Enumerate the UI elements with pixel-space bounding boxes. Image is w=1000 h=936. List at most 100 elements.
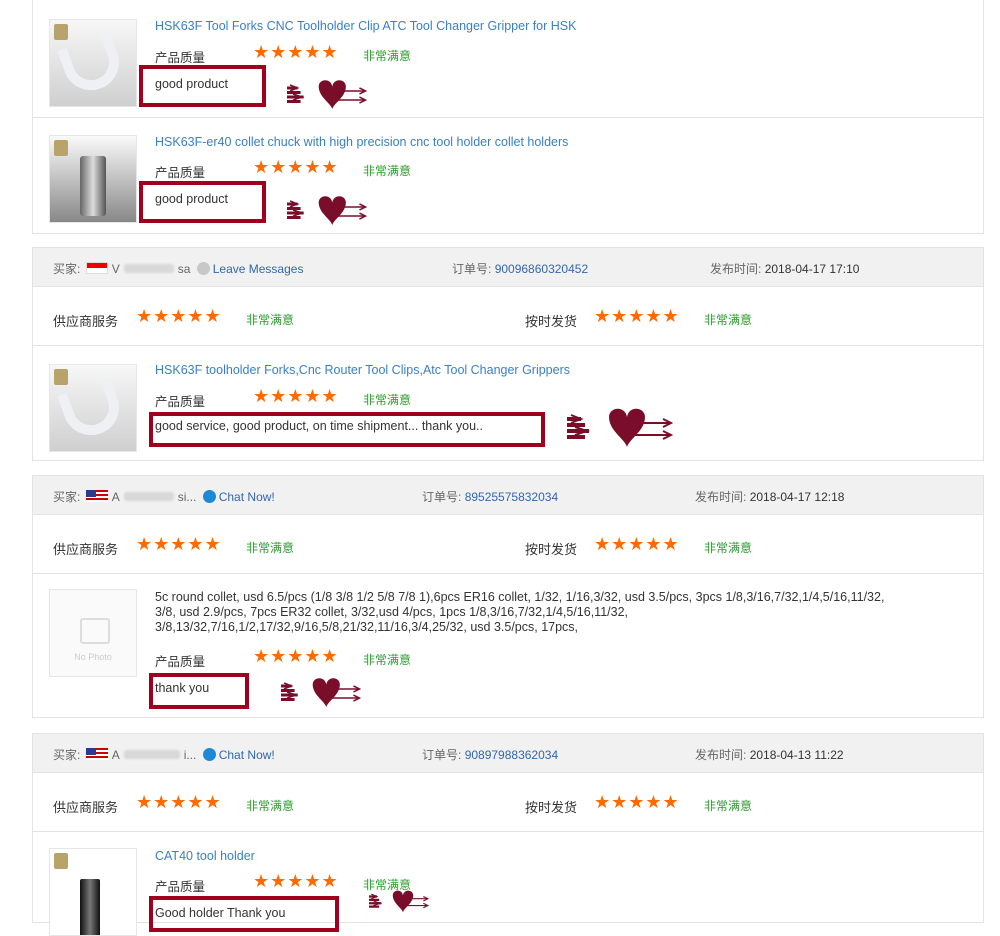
heart-arrow-icon [281, 676, 361, 709]
heart-arrow-icon [287, 78, 367, 111]
time-label: 发布时间: [695, 490, 747, 504]
quality-label: 产品质量 [155, 880, 206, 894]
quality-stars: ★★★★★ [253, 42, 339, 62]
buyer-name-start: A [111, 748, 120, 762]
heart-arrow-icon [287, 194, 367, 227]
buyer-info-bar: 买家: Ai... Chat Now! 订单号: 90897988362034 … [33, 734, 983, 773]
indonesia-flag-icon [85, 262, 108, 274]
review-text: Good holder Thank you [155, 906, 286, 920]
quality-label: 产品质量 [155, 655, 206, 669]
tool-fork-image [57, 31, 127, 99]
publish-time: 发布时间: 2018-04-17 12:18 [695, 488, 844, 505]
supplier-rating-row: 供应商服务 ★★★★★ 非常满意 按时发货 ★★★★★ 非常满意 [33, 518, 983, 574]
time-label: 发布时间: [710, 262, 762, 276]
buyer-name-end: si... [177, 490, 197, 504]
product-title-link[interactable]: CAT40 tool holder [155, 849, 255, 863]
product-title-link[interactable]: HSK63F toolholder Forks,Cnc Router Tool … [155, 363, 570, 377]
brand-logo [54, 369, 68, 385]
heart-arrow-icon [567, 406, 673, 449]
order-label: 订单号: [422, 490, 462, 504]
order-label: 订单号: [452, 262, 492, 276]
order-info: 订单号: 89525575832034 [422, 488, 558, 505]
buyer-name-start: A [111, 490, 120, 504]
on-time-label: 按时发货 [525, 800, 578, 815]
on-time-stars: ★★★★★ [594, 792, 680, 812]
supplier-service-label: 供应商服务 [53, 542, 119, 557]
supplier-service-rating: 非常满意 [246, 799, 295, 813]
buyer-name-start: V [111, 262, 120, 276]
quality-label: 产品质量 [155, 166, 206, 180]
on-time-rating: 非常满意 [704, 799, 753, 813]
tool-holder-image [80, 879, 100, 935]
buyer-info: 买家: Vsa Leave Messages [53, 260, 303, 277]
us-flag-icon [85, 490, 108, 502]
quality-rating-text: 非常满意 [363, 393, 412, 407]
quality-stars: ★★★★★ [253, 871, 339, 891]
product-thumbnail[interactable] [49, 19, 137, 107]
supplier-rating-row: 供应商服务 ★★★★★ 非常满意 按时发货 ★★★★★ 非常满意 [33, 290, 983, 346]
review-text: thank you [155, 681, 210, 695]
chat-now-link[interactable]: Chat Now! [219, 490, 275, 504]
supplier-service-rating: 非常满意 [246, 313, 295, 327]
product-description: 5c round collet, usd 6.5/pcs (1/8 3/8 1/… [155, 590, 885, 634]
buyer-label: 买家: [53, 748, 81, 762]
order-label: 订单号: [422, 748, 462, 762]
buyer-info-bar: 买家: Asi... Chat Now! 订单号: 89525575832034… [33, 476, 983, 515]
heart-arrow-icon [369, 889, 429, 914]
brand-logo [54, 24, 68, 40]
time-value: 2018-04-17 12:18 [749, 490, 845, 504]
supplier-service-stars: ★★★★★ [136, 306, 222, 326]
order-number-link[interactable]: 90096860320452 [495, 262, 588, 276]
quality-label: 产品质量 [155, 395, 206, 409]
supplier-service-rating: 非常满意 [246, 541, 295, 555]
quality-rating-text: 非常满意 [363, 49, 412, 63]
supplier-service-label: 供应商服务 [53, 314, 119, 329]
collet-chuck-image [80, 156, 106, 216]
on-time-label: 按时发货 [525, 542, 578, 557]
leave-messages-link[interactable]: Leave Messages [213, 262, 304, 276]
product-thumbnail[interactable] [49, 848, 137, 936]
supplier-rating-row: 供应商服务 ★★★★★ 非常满意 按时发货 ★★★★★ 非常满意 [33, 776, 983, 832]
buyer-info: 买家: Asi... Chat Now! [53, 488, 275, 505]
brand-logo [54, 853, 68, 869]
brand-logo [54, 140, 68, 156]
time-label: 发布时间: [695, 748, 747, 762]
message-icon[interactable] [196, 262, 210, 275]
tool-fork-image [57, 376, 127, 444]
review-card-1: HSK63F Tool Forks CNC Toolholder Clip AT… [32, 0, 984, 234]
product-thumbnail[interactable]: No Photo [49, 589, 137, 677]
buyer-info-bar: 买家: Vsa Leave Messages 订单号: 900968603204… [33, 248, 983, 287]
order-info: 订单号: 90897988362034 [422, 746, 558, 763]
buyer-label: 买家: [53, 490, 81, 504]
on-time-stars: ★★★★★ [594, 534, 680, 554]
time-value: 2018-04-13 11:22 [749, 748, 844, 762]
quality-rating-text: 非常满意 [363, 653, 412, 667]
chat-icon[interactable] [202, 490, 216, 503]
on-time-stars: ★★★★★ [594, 306, 680, 326]
product-thumbnail[interactable] [49, 135, 137, 223]
publish-time: 发布时间: 2018-04-17 17:10 [710, 260, 859, 277]
review-card-3: 买家: Asi... Chat Now! 订单号: 89525575832034… [32, 475, 984, 718]
product-thumbnail[interactable] [49, 364, 137, 452]
on-time-label: 按时发货 [525, 314, 578, 329]
product-title-link[interactable]: HSK63F Tool Forks CNC Toolholder Clip AT… [155, 19, 576, 33]
quality-stars: ★★★★★ [253, 386, 339, 406]
time-value: 2018-04-17 17:10 [764, 262, 860, 276]
review-text: good product [155, 77, 228, 91]
supplier-service-stars: ★★★★★ [136, 534, 222, 554]
chat-icon[interactable] [202, 748, 216, 761]
product-title-link[interactable]: HSK63F-er40 collet chuck with high preci… [155, 135, 568, 149]
supplier-service-label: 供应商服务 [53, 800, 119, 815]
on-time-rating: 非常满意 [704, 313, 753, 327]
order-number-link[interactable]: 90897988362034 [465, 748, 558, 762]
order-number-link[interactable]: 89525575832034 [465, 490, 558, 504]
review-text: good product [155, 192, 228, 206]
review-card-2: 买家: Vsa Leave Messages 订单号: 900968603204… [32, 247, 984, 461]
chat-now-link[interactable]: Chat Now! [219, 748, 275, 762]
quality-rating-text: 非常满意 [363, 164, 412, 178]
us-flag-icon [85, 748, 108, 760]
on-time-rating: 非常满意 [704, 541, 753, 555]
no-photo-icon [80, 618, 110, 644]
buyer-label: 买家: [53, 262, 81, 276]
buyer-info: 买家: Ai... Chat Now! [53, 746, 275, 763]
